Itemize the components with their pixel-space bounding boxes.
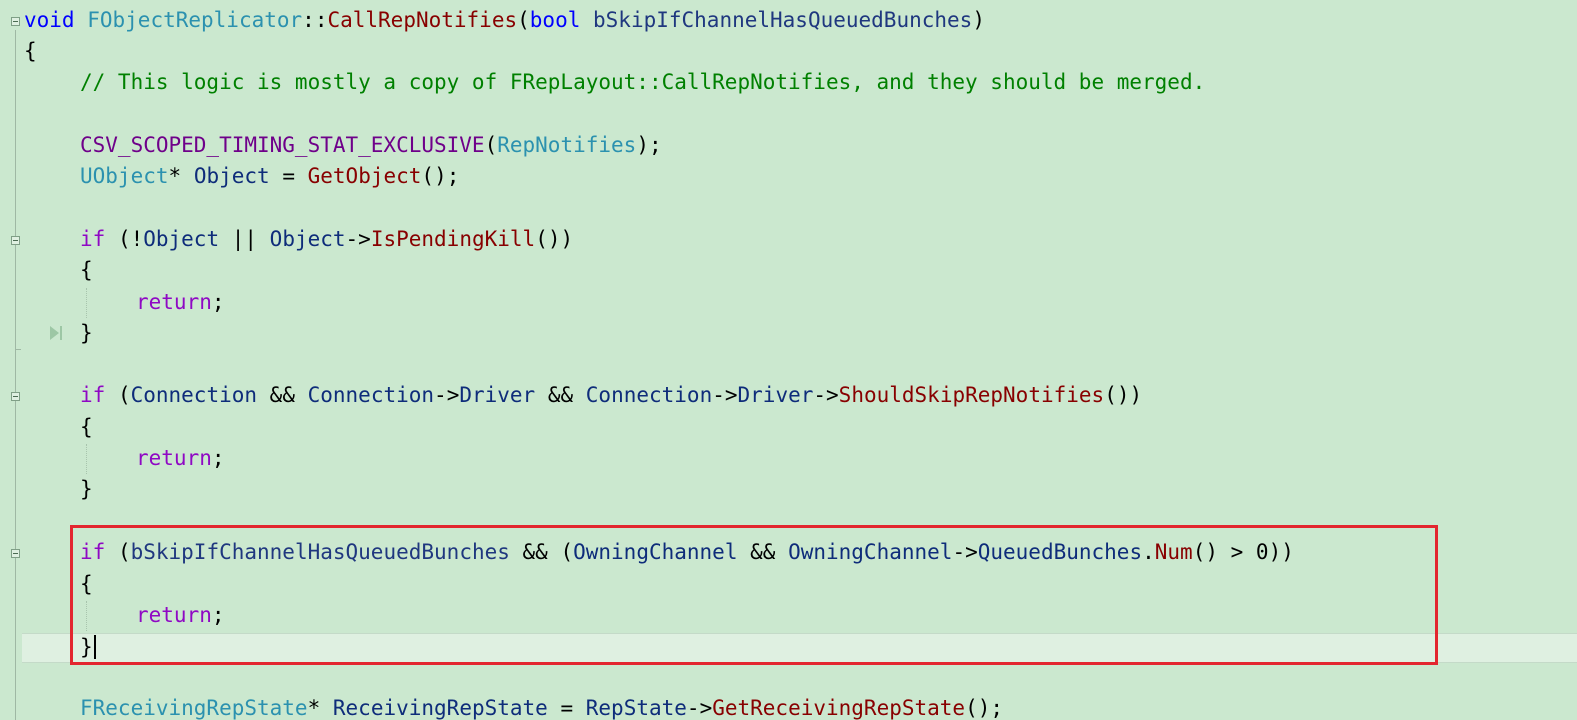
token-class: FReceivingRepState <box>80 696 308 720</box>
token-variable: Object <box>143 227 220 251</box>
code-line-23[interactable]: FReceivingRepState* ReceivingRepState = … <box>80 693 1003 720</box>
token-operator: :: <box>302 8 328 32</box>
highlight-annotation-box <box>70 525 1438 665</box>
token-member: Driver <box>737 383 814 407</box>
token-brace: { <box>80 258 93 282</box>
token-class: UObject <box>80 164 169 188</box>
token-operator: = <box>547 696 586 720</box>
token-operator: ( <box>517 8 530 32</box>
token-operator: -> <box>345 227 371 251</box>
code-line-14[interactable]: { <box>80 412 93 443</box>
token-operator: ; <box>211 446 225 470</box>
token-operator: -> <box>686 696 713 720</box>
code-line-5[interactable]: CSV_SCOPED_TIMING_STAT_EXCLUSIVE(RepNoti… <box>80 130 662 161</box>
token-variable: ReceivingRepState <box>332 696 548 720</box>
fold-collapse-icon[interactable] <box>11 392 20 401</box>
code-line-16[interactable]: } <box>80 474 93 505</box>
run-to-click-arrow-icon[interactable] <box>50 326 59 340</box>
token-macro: CSV_SCOPED_TIMING_STAT_EXCLUSIVE <box>80 133 485 157</box>
token-identifier: RepNotifies <box>497 133 637 157</box>
token-brace: { <box>80 415 93 439</box>
token-keyword: if <box>80 383 106 407</box>
token-variable: Object <box>269 227 346 251</box>
outline-rail-end-if-1 <box>15 349 21 350</box>
token-function: IsPendingKill <box>370 227 536 251</box>
code-line-1[interactable]: void FObjectReplicator::CallRepNotifies(… <box>24 5 985 36</box>
fold-collapse-icon[interactable] <box>11 17 20 26</box>
token-variable: Connection <box>130 383 258 407</box>
token-operator: && <box>257 383 308 407</box>
fold-collapse-icon[interactable] <box>11 549 20 558</box>
token-function: GetObject <box>307 164 422 188</box>
token-operator: ; <box>211 290 225 314</box>
token-operator: (); <box>965 696 1004 720</box>
code-line-8[interactable]: if (!Object || Object->IsPendingKill()) <box>80 224 573 255</box>
run-to-click-bar-icon <box>60 326 62 340</box>
code-editor[interactable]: void FObjectReplicator::CallRepNotifies(… <box>0 0 1577 720</box>
token-brace: } <box>80 321 93 345</box>
token-operator: (! <box>105 227 144 251</box>
token-operator: = <box>269 164 308 188</box>
token-operator: ()) <box>535 227 574 251</box>
token-comment: // This logic is mostly a copy of FRepLa… <box>80 70 1206 94</box>
fold-collapse-icon[interactable] <box>11 236 20 245</box>
token-keyword: return <box>136 290 212 314</box>
token-operator: * <box>168 164 182 188</box>
outline-rail-function <box>15 30 16 720</box>
token-operator: -> <box>712 383 738 407</box>
code-line-9[interactable]: { <box>80 255 93 286</box>
token-operator: && <box>535 383 586 407</box>
token-operator: -> <box>434 383 460 407</box>
token-keyword: void <box>24 8 75 32</box>
token-variable: RepState <box>585 696 687 720</box>
token-class: FObjectReplicator <box>87 8 303 32</box>
token-brace: } <box>80 477 93 501</box>
token-variable: Object <box>193 164 270 188</box>
token-operator: (); <box>421 164 460 188</box>
token-operator: ) <box>972 8 985 32</box>
token-operator: || <box>219 227 270 251</box>
token-variable: Connection <box>307 383 435 407</box>
token-parameter: bSkipIfChannelHasQueuedBunches <box>593 8 973 32</box>
token-brace: { <box>24 39 37 63</box>
code-line-11[interactable]: } <box>80 318 93 349</box>
token-operator: ( <box>484 133 498 157</box>
code-line-3[interactable]: // This logic is mostly a copy of FRepLa… <box>80 67 1205 98</box>
token-operator: ()) <box>1104 383 1143 407</box>
code-line-2[interactable]: { <box>24 36 37 67</box>
token-member: Driver <box>459 383 536 407</box>
token-function: CallRepNotifies <box>327 8 518 32</box>
token-operator: ); <box>636 133 662 157</box>
token-variable: Connection <box>585 383 713 407</box>
token-operator: ( <box>105 383 131 407</box>
token-keyword: bool <box>529 8 581 32</box>
code-line-6[interactable]: UObject* Object = GetObject(); <box>80 161 459 192</box>
code-line-10[interactable]: return; <box>136 287 225 318</box>
code-line-15[interactable]: return; <box>136 443 225 474</box>
token-operator: * <box>307 696 321 720</box>
token-function: ShouldSkipRepNotifies <box>838 383 1105 407</box>
indent-guide <box>86 288 87 318</box>
code-line-13[interactable]: if (Connection && Connection->Driver && … <box>80 380 1142 411</box>
token-operator: -> <box>813 383 839 407</box>
token-keyword: return <box>136 446 212 470</box>
token-keyword: if <box>80 227 106 251</box>
token-function: GetReceivingRepState <box>712 696 966 720</box>
indent-guide <box>86 444 87 474</box>
